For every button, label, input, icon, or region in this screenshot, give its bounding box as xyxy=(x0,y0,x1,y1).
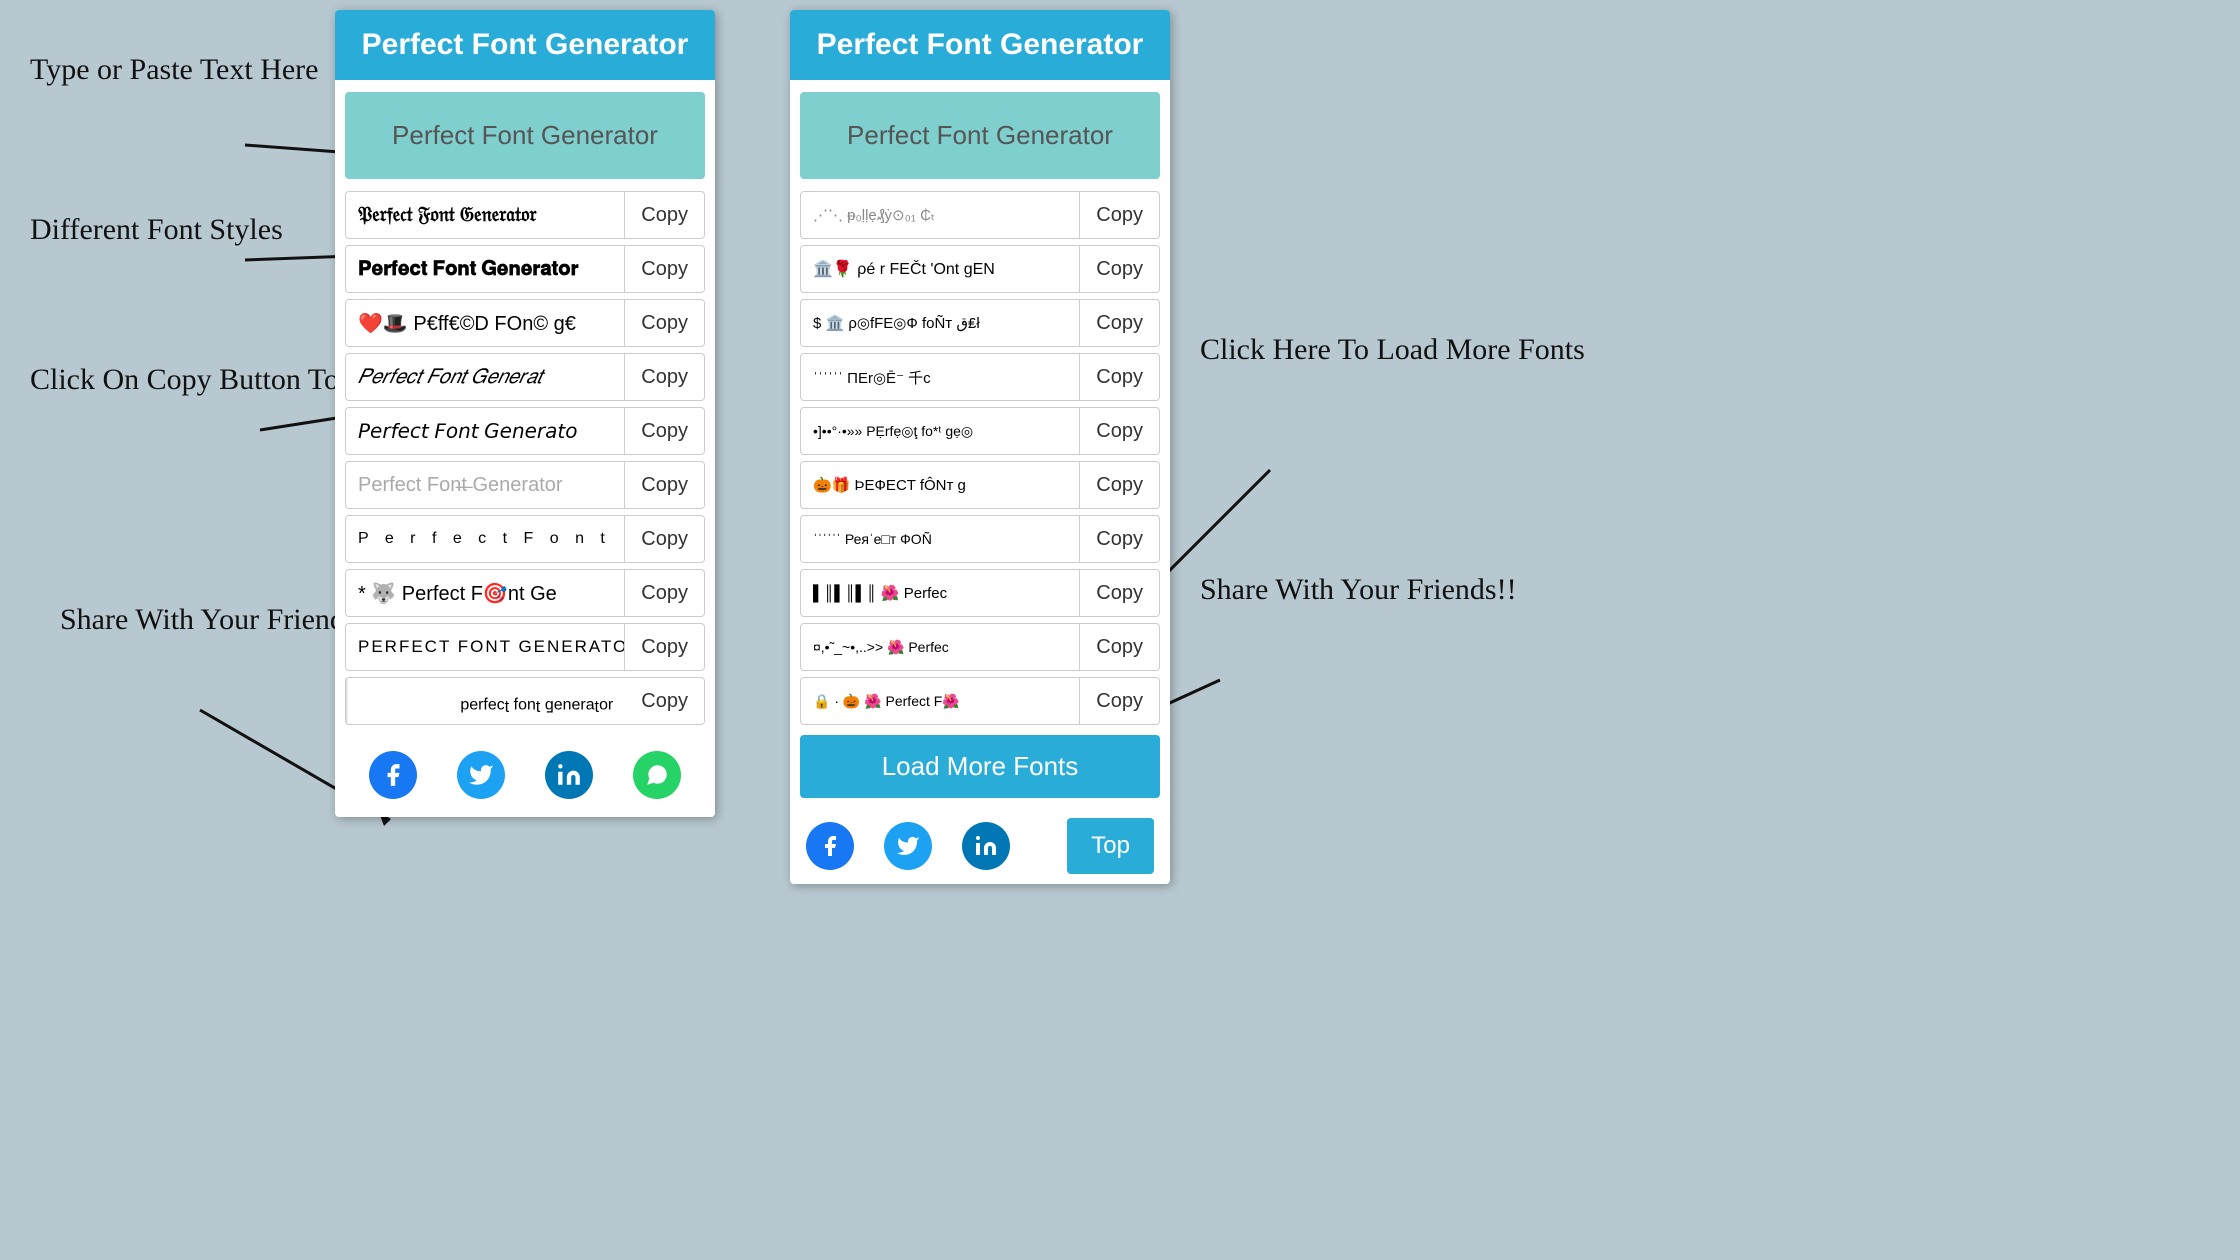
twitter-icon-right[interactable] xyxy=(884,822,932,870)
right-font-text-2: $ 🏛️ ρ◎fFE◎Ф foÑт ق₤ł xyxy=(801,300,1080,346)
right-copy-button-5[interactable]: Copy xyxy=(1080,464,1159,507)
right-font-text-9: 🔒 · 🎃 🌺 Perfect F🌺 xyxy=(801,678,1080,724)
copy-button-5[interactable]: Copy xyxy=(625,410,704,453)
annotation-load-more: Click Here To Load More Fonts xyxy=(1200,330,1585,371)
font-row-4: 𝑃𝑒𝑟𝑓𝑒𝑐𝑡 𝐹𝑜𝑛𝑡 𝐺𝑒𝑛𝑒𝑟𝑎𝑡 Copy xyxy=(345,353,705,401)
font-row-5: 𝘗𝘦𝘳𝘧𝘦𝘤𝘵 𝘍𝘰𝘯𝘵 𝘎𝘦𝘯𝘦𝘳𝘢𝘵𝘰 Copy xyxy=(345,407,705,455)
right-font-text-0: ⋰⋱ ᵽ₀ḷḷẹ₰ẏ⊙₀₁ ₵ₜ xyxy=(801,192,1080,238)
annotation-share: Share With Your Friends!! xyxy=(60,600,377,641)
twitter-icon-left[interactable] xyxy=(457,751,505,799)
right-font-row-4: •]••°·•»» PẸrfẹ◎ţ fo*ᵗ gẹ◎ Copy xyxy=(800,407,1160,455)
right-copy-button-0[interactable]: Copy xyxy=(1080,194,1159,237)
right-font-row-6: ˈˈˈˈˈˈ Реяˈе□т ФОÑ Copy xyxy=(800,515,1160,563)
right-copy-button-2[interactable]: Copy xyxy=(1080,302,1159,345)
right-font-row-9: 🔒 · 🎃 🌺 Perfect F🌺 Copy xyxy=(800,677,1160,725)
right-copy-button-6[interactable]: Copy xyxy=(1080,518,1159,561)
linkedin-icon-right[interactable] xyxy=(962,822,1010,870)
left-phone-frame: Perfect Font Generator Perfect Font Gene… xyxy=(335,10,715,817)
right-text-input[interactable]: Perfect Font Generator xyxy=(800,92,1160,179)
load-more-button[interactable]: Load More Fonts xyxy=(800,735,1160,798)
right-font-row-5: 🎃🎁 ÞEФECT fÔNт g Copy xyxy=(800,461,1160,509)
right-copy-button-1[interactable]: Copy xyxy=(1080,248,1159,291)
font-text-8: * 🐺 Perfect F🎯nt Ge xyxy=(346,570,625,616)
right-font-text-8: ¤,•˜_~•,..>> 🌺 Perfec xyxy=(801,624,1080,670)
right-font-text-7: ▌║▌║▌║ 🌺 Perfec xyxy=(801,570,1080,616)
copy-button-1[interactable]: Copy xyxy=(625,194,704,237)
right-font-row-3: ˈˈˈˈˈˈ ΠΕr◎Ē⁻ 千c Copy xyxy=(800,353,1160,401)
font-row-6: Perfect Fon̶t̶ Generator Copy xyxy=(345,461,705,509)
font-text-3: ❤️🎩 P€ff€©D FOn© g€ xyxy=(346,300,625,346)
copy-button-9[interactable]: Copy xyxy=(625,626,704,669)
right-social-group xyxy=(806,822,1010,870)
font-text-6: Perfect Fon̶t̶ Generator xyxy=(346,462,625,508)
font-row-8: * 🐺 Perfect F🎯nt Ge Copy xyxy=(345,569,705,617)
right-copy-button-9[interactable]: Copy xyxy=(1080,680,1159,723)
left-header: Perfect Font Generator xyxy=(335,10,715,80)
right-font-text-3: ˈˈˈˈˈˈ ΠΕr◎Ē⁻ 千c xyxy=(801,354,1080,400)
whatsapp-icon-left[interactable] xyxy=(633,751,681,799)
copy-button-4[interactable]: Copy xyxy=(625,356,704,399)
annotation-type-paste: Type or Paste Text Here xyxy=(30,50,319,91)
copy-button-10[interactable]: Copy xyxy=(625,680,704,723)
font-text-9: PERFECT FONT GENERATOR xyxy=(346,624,625,670)
copy-button-8[interactable]: Copy xyxy=(625,572,704,615)
text-input[interactable]: Perfect Font Generator xyxy=(345,92,705,179)
right-font-text-6: ˈˈˈˈˈˈ Реяˈе□т ФОÑ xyxy=(801,516,1080,562)
font-text-10: ɹoʇɐɹǝuǝƃ ʇuoɟ ʇɔǝɟɹǝd xyxy=(346,678,625,724)
right-font-text-1: 🏛️🌹 ρé r FEČt 'Ont gEN xyxy=(801,246,1080,292)
copy-button-3[interactable]: Copy xyxy=(625,302,704,345)
font-text-2: 𝐏𝐞𝐫𝐟𝐞𝐜𝐭 𝐅𝐨𝐧𝐭 𝐆𝐞𝐧𝐞𝐫𝐚𝐭𝐨𝐫 xyxy=(346,246,625,292)
right-font-row-8: ¤,•˜_~•,..>> 🌺 Perfec Copy xyxy=(800,623,1160,671)
font-row-9: PERFECT FONT GENERATOR Copy xyxy=(345,623,705,671)
font-text-5: 𝘗𝘦𝘳𝘧𝘦𝘤𝘵 𝘍𝘰𝘯𝘵 𝘎𝘦𝘯𝘦𝘳𝘢𝘵𝘰 xyxy=(346,408,625,454)
right-copy-button-3[interactable]: Copy xyxy=(1080,356,1159,399)
font-text-1: 𝔓𝔢𝔯𝔣𝔢𝔠𝔱 𝔉𝔬𝔫𝔱 𝔊𝔢𝔫𝔢𝔯𝔞𝔱𝔬𝔯 xyxy=(346,192,625,238)
facebook-icon-right[interactable] xyxy=(806,822,854,870)
right-font-text-5: 🎃🎁 ÞEФECT fÔNт g xyxy=(801,462,1080,508)
right-font-row-1: 🏛️🌹 ρé r FEČt 'Ont gEN Copy xyxy=(800,245,1160,293)
facebook-icon-left[interactable] xyxy=(369,751,417,799)
top-button[interactable]: Top xyxy=(1067,818,1154,874)
annotation-different-fonts: Different Font Styles xyxy=(30,210,283,251)
right-bottom-bar: Top xyxy=(790,808,1170,884)
right-copy-button-7[interactable]: Copy xyxy=(1080,572,1159,615)
right-font-text-4: •]••°·•»» PẸrfẹ◎ţ fo*ᵗ gẹ◎ xyxy=(801,408,1080,454)
font-text-4: 𝑃𝑒𝑟𝑓𝑒𝑐𝑡 𝐹𝑜𝑛𝑡 𝐺𝑒𝑛𝑒𝑟𝑎𝑡 xyxy=(346,354,625,400)
font-row-1: 𝔓𝔢𝔯𝔣𝔢𝔠𝔱 𝔉𝔬𝔫𝔱 𝔊𝔢𝔫𝔢𝔯𝔞𝔱𝔬𝔯 Copy xyxy=(345,191,705,239)
right-copy-button-4[interactable]: Copy xyxy=(1080,410,1159,453)
right-phone-frame: Perfect Font Generator Perfect Font Gene… xyxy=(790,10,1170,884)
font-row-3: ❤️🎩 P€ff€©D FOn© g€ Copy xyxy=(345,299,705,347)
copy-button-6[interactable]: Copy xyxy=(625,464,704,507)
copy-button-7[interactable]: Copy xyxy=(625,518,704,561)
linkedin-icon-left[interactable] xyxy=(545,751,593,799)
left-social-bar xyxy=(335,733,715,817)
font-row-7: P e r f e c t F o n t Copy xyxy=(345,515,705,563)
copy-button-2[interactable]: Copy xyxy=(625,248,704,291)
right-header: Perfect Font Generator xyxy=(790,10,1170,80)
annotation-share-right: Share With Your Friends!! xyxy=(1200,570,1517,611)
right-font-row-7: ▌║▌║▌║ 🌺 Perfec Copy xyxy=(800,569,1160,617)
font-text-7: P e r f e c t F o n t xyxy=(346,516,625,562)
right-font-row-0: ⋰⋱ ᵽ₀ḷḷẹ₰ẏ⊙₀₁ ₵ₜ Copy xyxy=(800,191,1160,239)
font-row-2: 𝐏𝐞𝐫𝐟𝐞𝐜𝐭 𝐅𝐨𝐧𝐭 𝐆𝐞𝐧𝐞𝐫𝐚𝐭𝐨𝐫 Copy xyxy=(345,245,705,293)
font-row-10: ɹoʇɐɹǝuǝƃ ʇuoɟ ʇɔǝɟɹǝd Copy xyxy=(345,677,705,725)
right-font-row-2: $ 🏛️ ρ◎fFE◎Ф foÑт ق₤ł Copy xyxy=(800,299,1160,347)
right-copy-button-8[interactable]: Copy xyxy=(1080,626,1159,669)
